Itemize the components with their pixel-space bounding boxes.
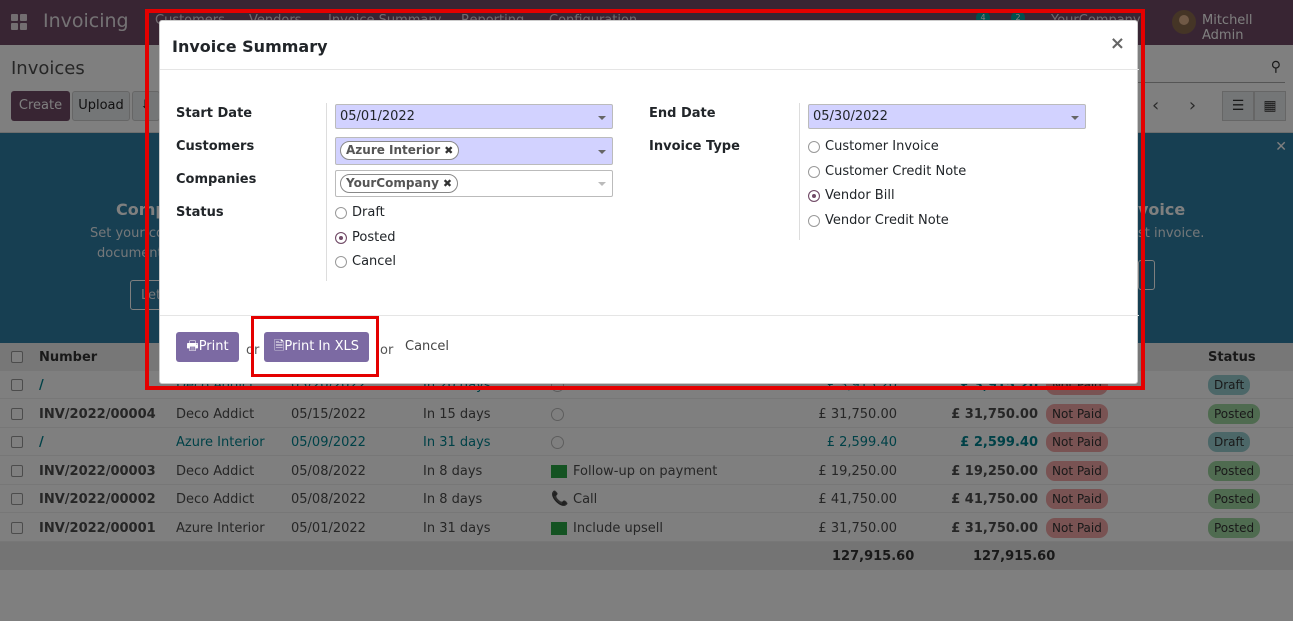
highlight-print-xls-box — [251, 316, 379, 377]
